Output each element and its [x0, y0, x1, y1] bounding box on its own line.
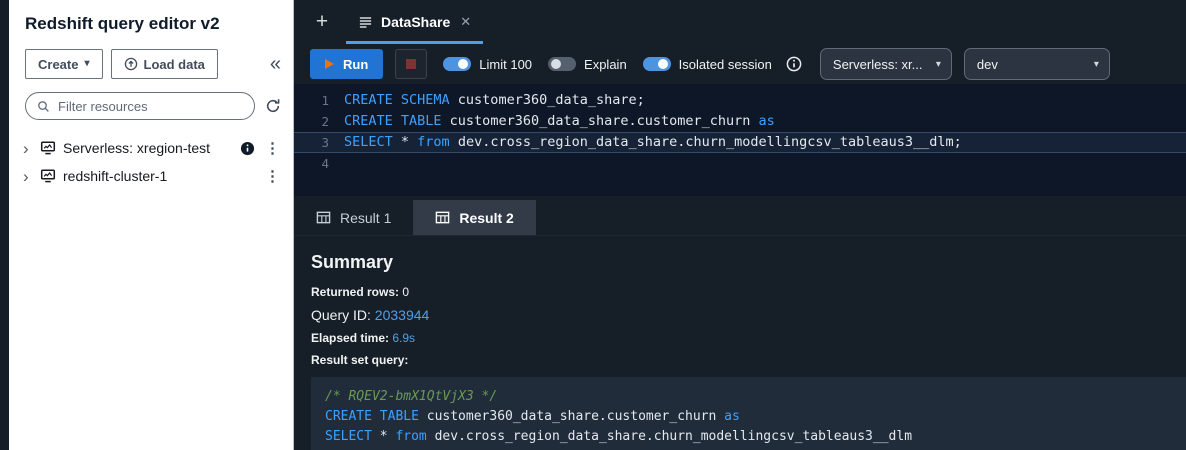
chevron-down-icon: ▾	[935, 58, 941, 70]
info-icon[interactable]	[786, 56, 802, 72]
page-title: Redshift query editor v2	[25, 14, 220, 33]
returned-rows: Returned rows: 0	[311, 285, 410, 299]
query-id-link[interactable]: 2033944	[375, 307, 430, 323]
line-number: 2	[321, 114, 329, 129]
line-number: 4	[321, 156, 329, 171]
code-text: SELECT * from dev.cross_region_data_shar…	[344, 134, 962, 150]
result-tab-label: Result 2	[459, 209, 514, 226]
filter-resources-input[interactable]: Filter resources	[25, 92, 255, 120]
summary-title: Summary	[311, 252, 394, 272]
left-rail	[0, 0, 9, 450]
editor-tab-icon	[358, 15, 373, 30]
returned-rows-value: 0	[402, 285, 410, 299]
summary-section: Summary Returned rows: 0 Query ID: 20339…	[294, 236, 1186, 450]
sidebar-actions: Create ▾ Load data «	[9, 49, 293, 79]
load-data-button-label: Load data	[143, 56, 205, 72]
create-button-label: Create	[38, 56, 79, 72]
filter-placeholder: Filter resources	[58, 98, 148, 114]
toggle-label: Limit 100	[479, 56, 533, 72]
elapsed-time-value: 6.9s	[392, 331, 416, 345]
code-text: CREATE TABLE customer360_data_share.cust…	[344, 113, 775, 129]
result-query-code: /* RQEV2-bmX1QtVjX3 */ CREATE TABLE custo…	[311, 377, 1186, 450]
toggle-label: Isolated session	[678, 56, 772, 72]
code-line: SELECT * from dev.cross_region_data_shar…	[325, 427, 1172, 447]
database-select[interactable]: dev ▾	[963, 48, 1110, 80]
play-icon	[325, 59, 334, 69]
toggle-label: Explain	[584, 56, 627, 72]
sql-editor[interactable]: 1 CREATE SCHEMA customer360_data_share; 2 C…	[294, 84, 1186, 196]
chevron-down-icon: ▾	[1093, 58, 1099, 70]
limit-100-toggle[interactable]: Limit 100	[443, 57, 532, 72]
result-set-query-label: Result set query:	[311, 353, 409, 367]
chevron-right-icon[interactable]: ›	[23, 168, 33, 185]
code-line[interactable]: 2 CREATE TABLE customer360_data_share.cus…	[294, 111, 1186, 132]
tree-item-label: redshift-cluster-1	[63, 168, 168, 184]
cluster-icon	[40, 168, 56, 184]
cluster-select-value: Serverless: xr...	[832, 56, 923, 72]
line-number: 1	[321, 93, 329, 108]
elapsed-time: Elapsed time: 6.9s	[311, 331, 416, 345]
code-line: /* RQEV2-bmX1QtVjX3 */	[325, 387, 1172, 407]
explain-toggle[interactable]: Explain	[548, 57, 627, 72]
results-panel: Result 1 Result 2 Summary Returned rows:…	[294, 196, 1186, 450]
toggle-switch[interactable]	[548, 57, 577, 71]
close-tab-icon[interactable]: ✕	[460, 14, 471, 30]
new-tab-button[interactable]: +	[312, 10, 332, 34]
upload-icon	[124, 57, 138, 71]
tree-item-label: Serverless: xregion-test	[63, 140, 211, 156]
code-text: /* RQEV2-bmX1QtVjX3 */	[325, 389, 498, 404]
code-line[interactable]: 1 CREATE SCHEMA customer360_data_share;	[294, 90, 1186, 111]
stop-icon	[406, 59, 417, 69]
table-icon	[316, 210, 331, 225]
search-icon	[37, 100, 50, 113]
run-button[interactable]: Run	[310, 49, 384, 79]
code-text: CREATE SCHEMA customer360_data_share;	[344, 92, 645, 108]
main-panel: + DataShare ✕ Run Limit 100 Explain Isol…	[294, 0, 1186, 450]
table-icon	[435, 210, 450, 225]
editor-tabbar: + DataShare ✕	[294, 0, 1186, 44]
toggle-switch[interactable]	[642, 57, 671, 71]
cluster-select[interactable]: Serverless: xr... ▾	[819, 48, 952, 80]
run-button-label: Run	[343, 56, 369, 72]
refresh-icon[interactable]	[265, 98, 281, 114]
result-tab-label: Result 1	[340, 209, 392, 226]
toggle-switch[interactable]	[443, 57, 472, 71]
line-number: 3	[321, 135, 329, 150]
query-id: Query ID: 2033944	[311, 307, 430, 323]
isolated-session-toggle[interactable]: Isolated session	[642, 56, 772, 72]
create-button[interactable]: Create ▾	[25, 49, 103, 79]
code-line[interactable]: 3 SELECT * from dev.cross_region_data_sha…	[294, 132, 1186, 153]
caret-down-icon: ▾	[84, 58, 90, 69]
tree-item-redshift-cluster-1[interactable]: › redshift-cluster-1 ⋮	[9, 162, 293, 190]
sidebar: Redshift query editor v2 Create ▾ Load d…	[9, 0, 294, 450]
code-text: CREATE TABLE customer360_data_share.cust…	[325, 409, 740, 424]
filter-row: Filter resources	[9, 79, 293, 130]
code-line: CREATE TABLE customer360_data_share.cust…	[325, 407, 1172, 427]
code-text: SELECT * from dev.cross_region_data_shar…	[325, 429, 913, 444]
stop-button[interactable]	[395, 49, 428, 79]
app-root: Redshift query editor v2 Create ▾ Load d…	[0, 0, 1186, 450]
info-icon[interactable]	[240, 141, 255, 156]
editor-lines: 1 CREATE SCHEMA customer360_data_share; 2 C…	[294, 90, 1186, 174]
code-line[interactable]: 4	[294, 153, 1186, 174]
tab-label: DataShare	[381, 14, 451, 30]
chevron-right-icon[interactable]: ›	[23, 140, 33, 157]
kebab-menu-icon[interactable]: ⋮	[262, 167, 283, 185]
tree-item-serverless-xregion-test[interactable]: › Serverless: xregion-test ⋮	[9, 134, 293, 162]
cluster-icon	[40, 140, 56, 156]
database-select-value: dev	[976, 56, 998, 72]
kebab-menu-icon[interactable]: ⋮	[262, 139, 283, 157]
tab-result-1[interactable]: Result 1	[294, 200, 413, 235]
load-data-button[interactable]: Load data	[110, 49, 218, 79]
collapse-sidebar-icon[interactable]: «	[264, 54, 287, 74]
result-tabs: Result 1 Result 2	[294, 200, 1186, 236]
resource-tree: › Serverless: xregion-test ⋮ › redshift-…	[9, 134, 293, 190]
tab-datashare[interactable]: DataShare ✕	[344, 0, 485, 44]
query-toolbar: Run Limit 100 Explain Isolated session S…	[294, 44, 1186, 84]
tab-result-2[interactable]: Result 2	[413, 200, 536, 235]
